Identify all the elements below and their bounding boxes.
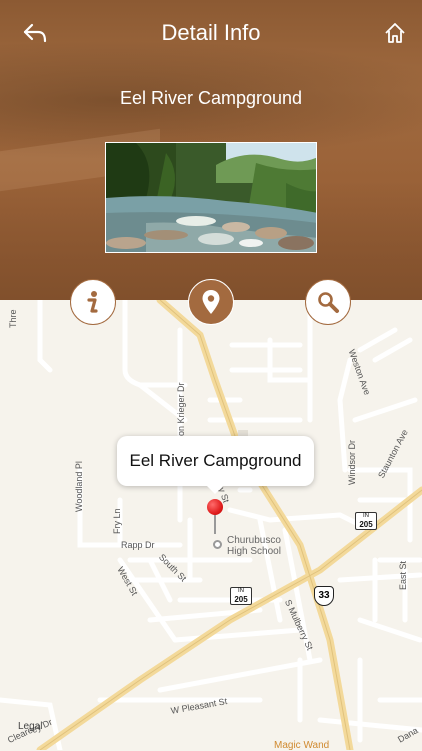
street-label-east: East St [398, 560, 408, 590]
shield-prefix: IN [363, 513, 369, 519]
route-shield-in205-south: IN 205 [230, 587, 252, 605]
map-pin-marker[interactable] [207, 499, 223, 515]
school-poi-icon [213, 540, 222, 549]
river-scene-image [106, 143, 316, 252]
map-pin-icon [202, 290, 220, 314]
street-label-fry: Fry Ln [112, 508, 122, 534]
home-icon [385, 23, 405, 43]
shield-number: 205 [234, 595, 248, 604]
map-callout[interactable]: Eel River Campground [117, 436, 314, 486]
map-callout-tail [205, 484, 225, 494]
school-name-line1: Churubusco [227, 535, 281, 546]
pin-stick [214, 512, 216, 534]
street-label-von-krieger: on Krieger Dr [176, 382, 186, 436]
street-label-thre: Thre [8, 309, 18, 328]
poi-label-magic-wand[interactable]: Magic Wand [274, 740, 329, 751]
shield-prefix: IN [238, 588, 244, 594]
place-name: Eel River Campground [119, 88, 303, 108]
shield-number: 205 [359, 520, 373, 529]
school-name-line2: High School [227, 546, 281, 557]
street-label-woodland: Woodland Pl [74, 461, 84, 512]
street-label-rapp: Rapp Dr [121, 540, 155, 550]
page-title: Detail Info [161, 20, 261, 45]
campground-photo [105, 142, 317, 253]
info-button[interactable] [70, 279, 116, 325]
route-shield-in205: IN 205 [355, 512, 377, 530]
search-button[interactable] [305, 279, 351, 325]
map-view[interactable]: Thre on Krieger Dr Weston Ave Windsor Dr… [0, 300, 422, 750]
info-icon [87, 291, 98, 313]
map-legal-link[interactable]: Legal [18, 721, 42, 732]
school-poi-label[interactable]: Churubusco High School [227, 535, 281, 557]
search-icon [318, 292, 339, 313]
home-button[interactable] [384, 22, 406, 44]
route-shield-us33: 33 [314, 586, 334, 606]
map-button[interactable] [188, 279, 234, 325]
street-label-windsor: Windsor Dr [347, 439, 357, 485]
